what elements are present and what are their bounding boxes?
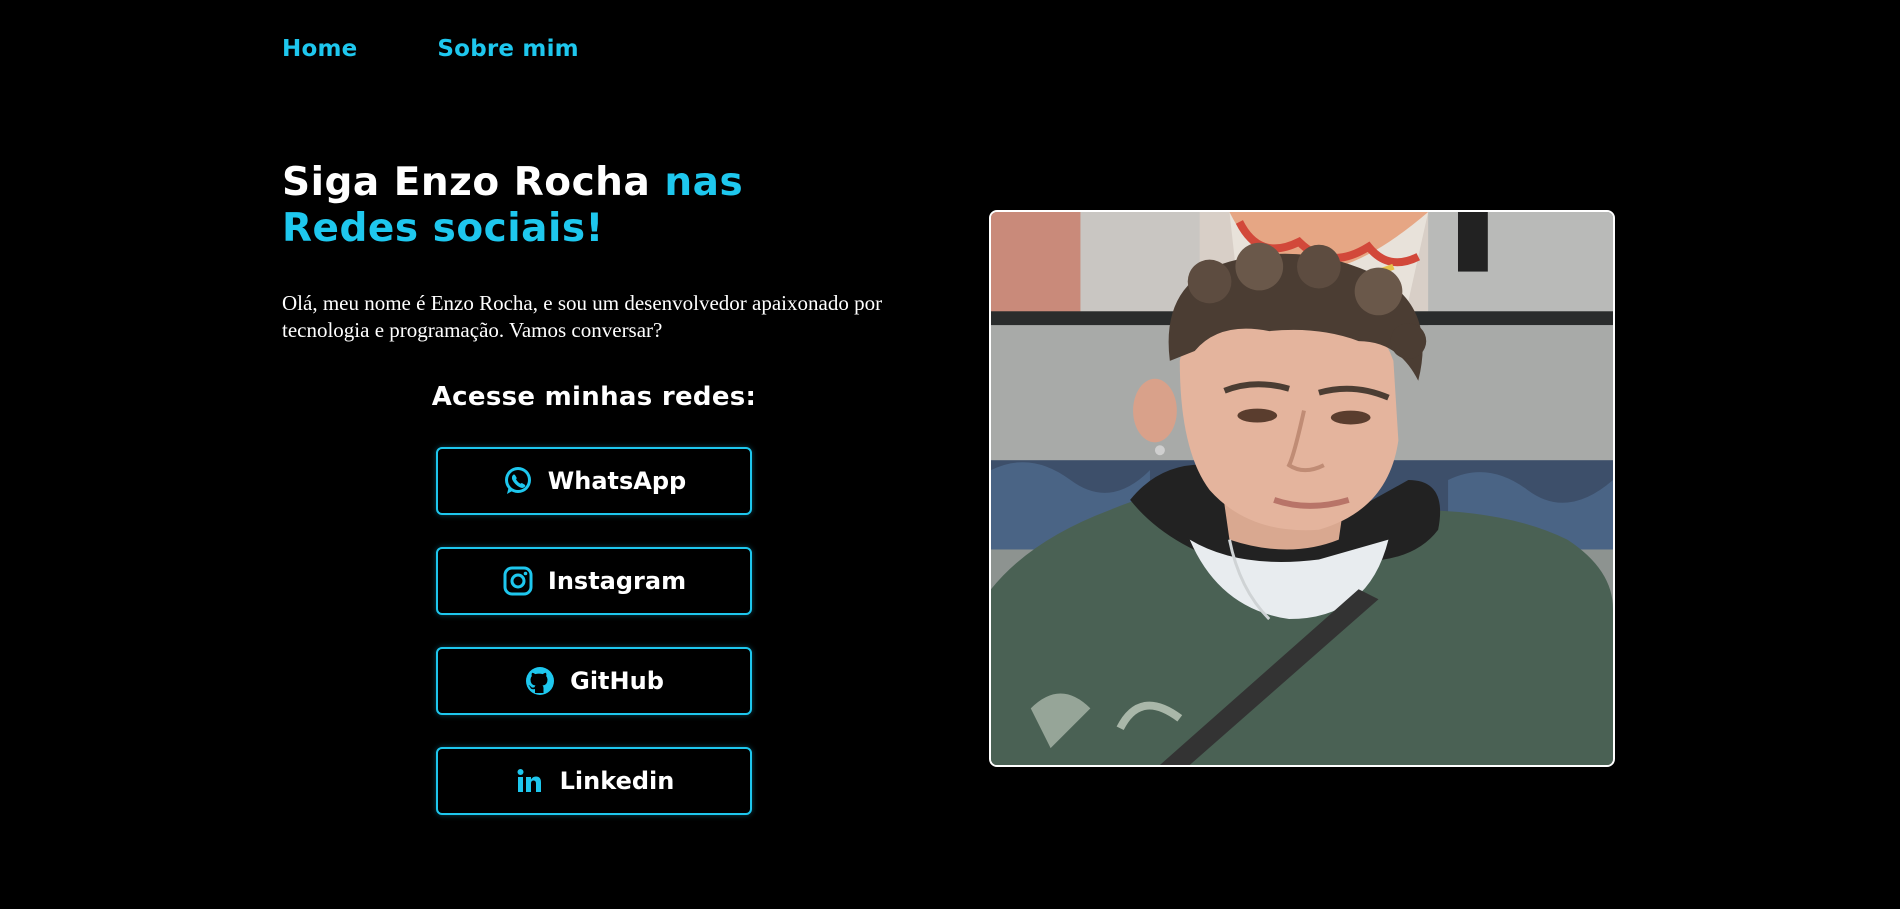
instagram-label: Instagram bbox=[547, 567, 687, 595]
profile-photo bbox=[989, 210, 1615, 767]
github-button[interactable]: GitHub bbox=[436, 647, 752, 715]
nav-home-link[interactable]: Home bbox=[282, 36, 357, 62]
whatsapp-button[interactable]: WhatsApp bbox=[436, 447, 752, 515]
social-links-list: WhatsApp Instagram GitHub Linkedin bbox=[436, 447, 752, 815]
instagram-button[interactable]: Instagram bbox=[436, 547, 752, 615]
github-icon bbox=[524, 665, 556, 697]
title-white-part: Siga Enzo Rocha bbox=[282, 160, 665, 205]
whatsapp-icon bbox=[502, 465, 534, 497]
page-title: Siga Enzo Rocha nas Redes sociais! bbox=[282, 160, 842, 252]
linkedin-button[interactable]: Linkedin bbox=[436, 747, 752, 815]
whatsapp-label: WhatsApp bbox=[547, 467, 687, 495]
instagram-icon bbox=[502, 565, 534, 597]
linkedin-icon bbox=[514, 765, 546, 797]
intro-paragraph: Olá, meu nome é Enzo Rocha, e sou um des… bbox=[282, 291, 883, 342]
top-nav: Home Sobre mim bbox=[282, 36, 579, 62]
social-section-title: Acesse minhas redes: bbox=[431, 382, 757, 412]
linkedin-label: Linkedin bbox=[559, 767, 675, 795]
github-label: GitHub bbox=[570, 667, 664, 695]
nav-about-link[interactable]: Sobre mim bbox=[437, 36, 578, 62]
